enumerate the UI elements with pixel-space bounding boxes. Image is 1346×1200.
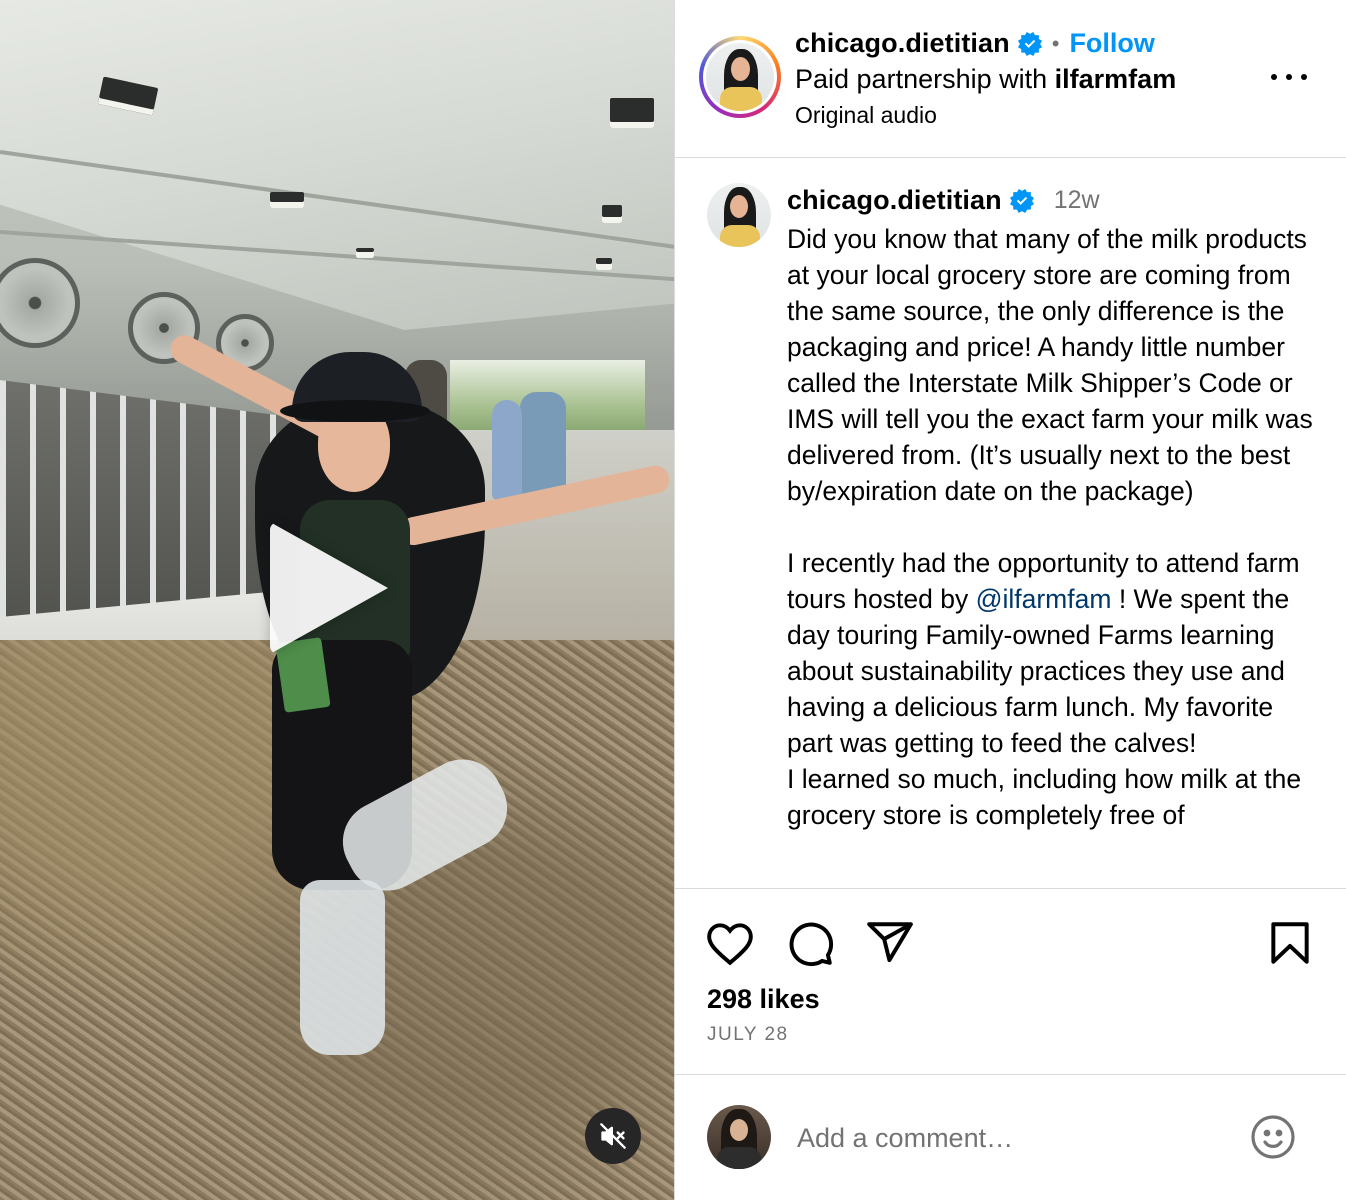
ceiling-light: [270, 192, 304, 208]
caption-paragraph: Did you know that many of the milk produ…: [787, 224, 1313, 506]
caption-paragraph: I learned so much, including how milk at…: [787, 764, 1302, 830]
caption-scroll-area[interactable]: chicago.dietitian 12w Did you know that …: [675, 159, 1346, 889]
partner-link[interactable]: ilfarmfam: [1055, 64, 1177, 94]
barn-fan: [0, 258, 80, 348]
boot-cover: [300, 880, 385, 1055]
header-user-row: chicago.dietitian • Follow: [795, 28, 1155, 59]
more-dot: [1286, 74, 1292, 80]
bookmark-icon[interactable]: [1265, 918, 1315, 968]
follow-button[interactable]: Follow: [1069, 28, 1154, 59]
story-ring-avatar[interactable]: [699, 36, 781, 118]
play-icon[interactable]: [270, 522, 388, 654]
mention-link[interactable]: @ilfarmfam: [976, 584, 1112, 614]
emoji-icon[interactable]: [1249, 1113, 1297, 1161]
avatar-border: [703, 40, 777, 114]
separator-dot: •: [1051, 30, 1060, 56]
partnership-label: Paid partnership with: [795, 64, 1048, 94]
ceiling-light: [602, 205, 622, 223]
action-bar: [675, 890, 1346, 990]
post-age[interactable]: 12w: [1054, 186, 1100, 215]
comment-input[interactable]: [795, 1115, 1239, 1161]
ceiling-light: [356, 248, 374, 258]
verified-badge-icon: [1017, 31, 1042, 56]
author-username[interactable]: chicago.dietitian: [795, 28, 1010, 59]
caption-username[interactable]: chicago.dietitian: [787, 185, 1002, 216]
more-dot: [1301, 74, 1307, 80]
ceiling-light: [596, 258, 612, 270]
caption-paragraph: I recently had the opportunity to attend…: [787, 545, 1317, 761]
more-options-button[interactable]: [1271, 62, 1307, 92]
viewer-avatar: [707, 1105, 771, 1169]
caption-text: Did you know that many of the milk produ…: [787, 221, 1317, 833]
avatar-face: [730, 1119, 748, 1141]
post-viewer: chicago.dietitian • Follow Paid partners…: [0, 0, 1346, 1200]
mute-button[interactable]: [585, 1108, 641, 1164]
paid-partnership-line: Paid partnership with ilfarmfam: [795, 64, 1176, 95]
post-header: chicago.dietitian • Follow Paid partners…: [675, 0, 1346, 158]
caption-header: chicago.dietitian 12w: [787, 185, 1100, 216]
comment-bar: [675, 1074, 1346, 1200]
caption-avatar[interactable]: [707, 183, 771, 247]
post-date[interactable]: JULY 28: [707, 1024, 789, 1046]
avatar-face: [730, 195, 748, 218]
heart-icon[interactable]: [705, 918, 755, 968]
background-person: [492, 400, 522, 500]
avatar-face: [731, 57, 750, 81]
muted-speaker-icon: [600, 1123, 626, 1149]
comment-icon[interactable]: [785, 918, 835, 968]
audio-link[interactable]: Original audio: [795, 102, 937, 129]
share-icon[interactable]: [865, 918, 915, 968]
more-dot: [1271, 74, 1277, 80]
avatar-top: [720, 225, 760, 247]
avatar: [706, 43, 774, 111]
verified-badge-icon: [1009, 188, 1034, 213]
avatar-top: [720, 87, 762, 111]
bucket-hat-brim: [280, 400, 430, 422]
reel-video[interactable]: [0, 0, 674, 1200]
avatar-top: [717, 1147, 761, 1169]
ceiling-light: [610, 98, 654, 128]
likes-count[interactable]: 298 likes: [707, 984, 820, 1015]
post-details-panel: chicago.dietitian • Follow Paid partners…: [674, 0, 1346, 1200]
